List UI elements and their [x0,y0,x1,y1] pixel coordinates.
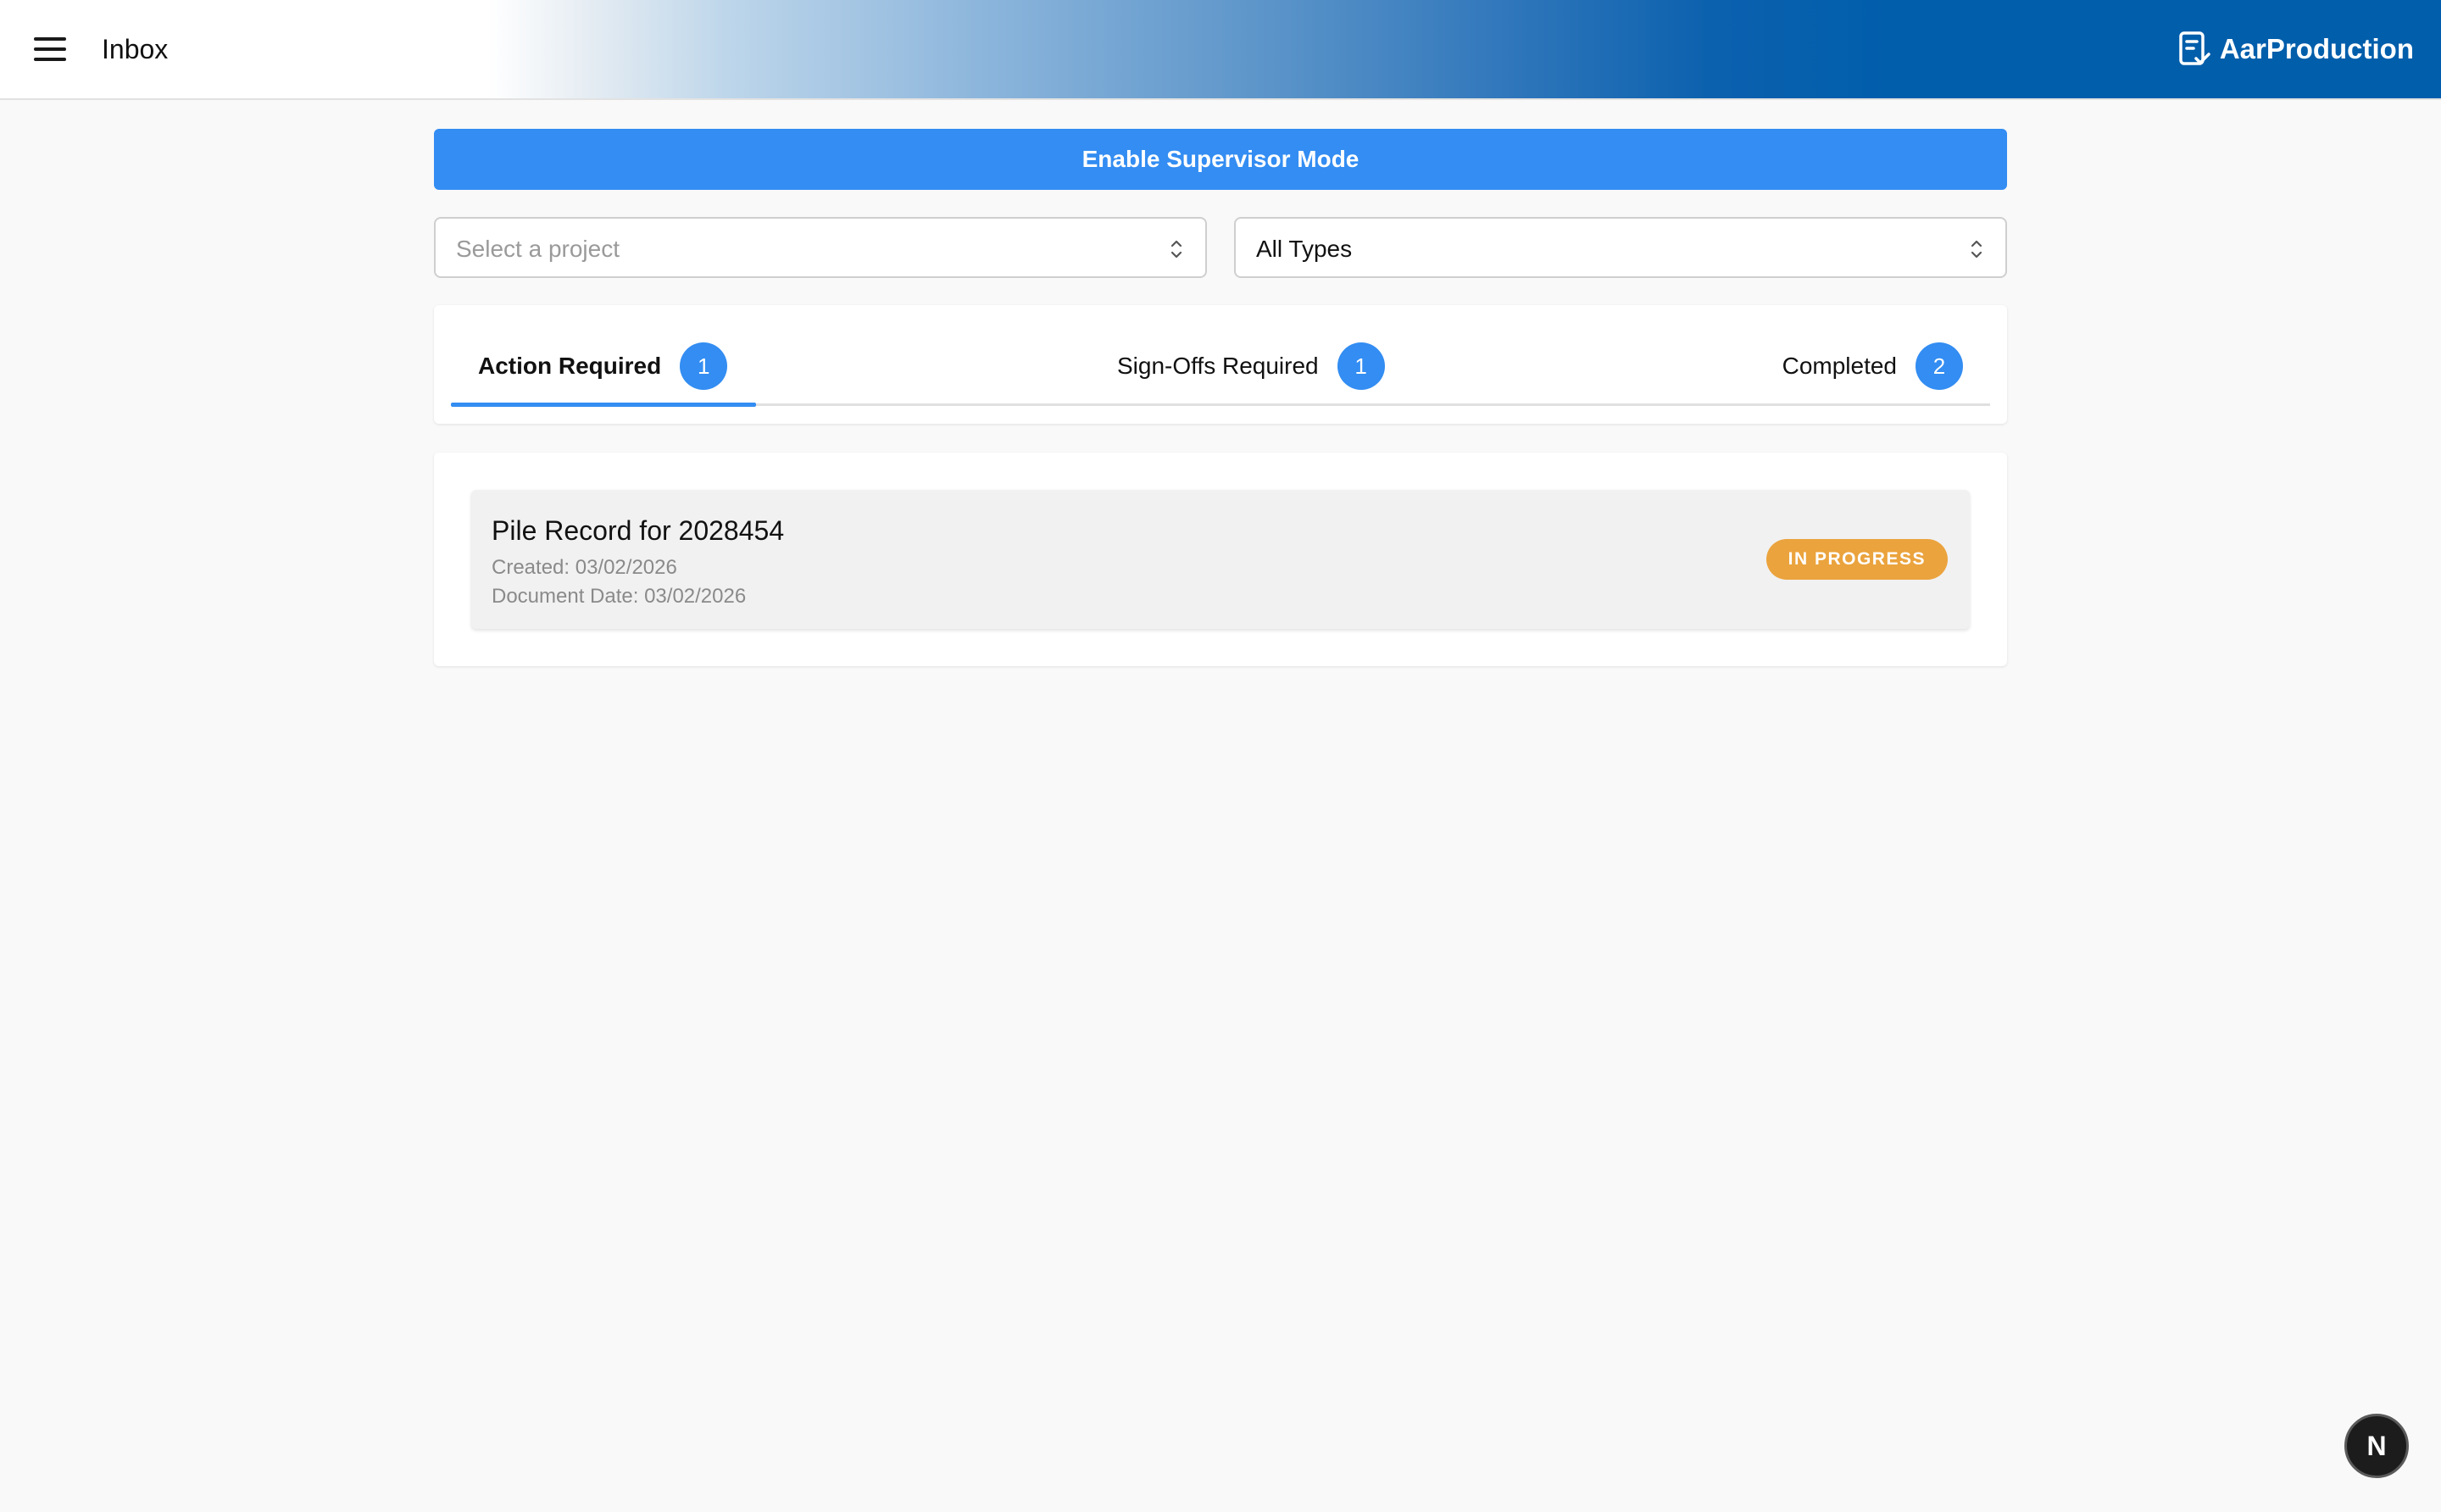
count-badge: 1 [680,342,728,390]
enable-supervisor-mode-button[interactable]: Enable Supervisor Mode [434,129,2007,190]
page-title: Inbox [102,34,169,64]
inbox-tabs: Action Required 1 Sign-Offs Required 1 C… [434,305,2007,424]
brand-logo[interactable]: AarProduction [2177,29,2414,69]
inbox-content: Enable Supervisor Mode Select a project … [434,129,2007,666]
type-select-value: All Types [1256,236,1353,262]
document-list-item[interactable]: Pile Record for 2028454 Created: 03/02/2… [471,490,1970,629]
tab-sign-offs-required[interactable]: Sign-Offs Required 1 [1117,342,1385,390]
tab-completed[interactable]: Completed 2 [1782,342,1963,390]
up-down-chevron-icon [1971,240,1982,258]
up-down-chevron-icon [1170,240,1182,258]
tab-label: Action Required [478,353,662,379]
document-date: Document Date: 03/02/2026 [492,585,747,608]
project-select-placeholder: Select a project [456,236,620,262]
status-badge: IN PROGRESS [1765,539,1948,580]
tab-label: Sign-Offs Required [1117,353,1319,379]
type-select[interactable]: All Types [1234,217,2007,278]
filter-bar: Select a project All Types [434,217,2007,278]
count-badge: 2 [1916,342,1963,390]
nextjs-dev-tools-button[interactable]: N [2344,1414,2409,1478]
n-logo-icon: N [2366,1431,2387,1461]
brand-name: AarProduction [2219,33,2414,64]
tab-label: Completed [1782,353,1897,379]
clipboard-check-icon [2179,31,2210,65]
project-select[interactable]: Select a project [434,217,1207,278]
count-badge: 1 [1337,342,1385,390]
document-list: Pile Record for 2028454 Created: 03/02/2… [434,453,2007,666]
document-created-date: Created: 03/02/2026 [492,556,677,579]
document-title: Pile Record for 2028454 [492,515,785,546]
tab-action-required[interactable]: Action Required 1 [478,342,728,390]
hamburger-menu-icon[interactable] [32,34,70,64]
active-tab-indicator [451,403,756,407]
app-bar: Inbox AarProduction [0,0,2441,100]
